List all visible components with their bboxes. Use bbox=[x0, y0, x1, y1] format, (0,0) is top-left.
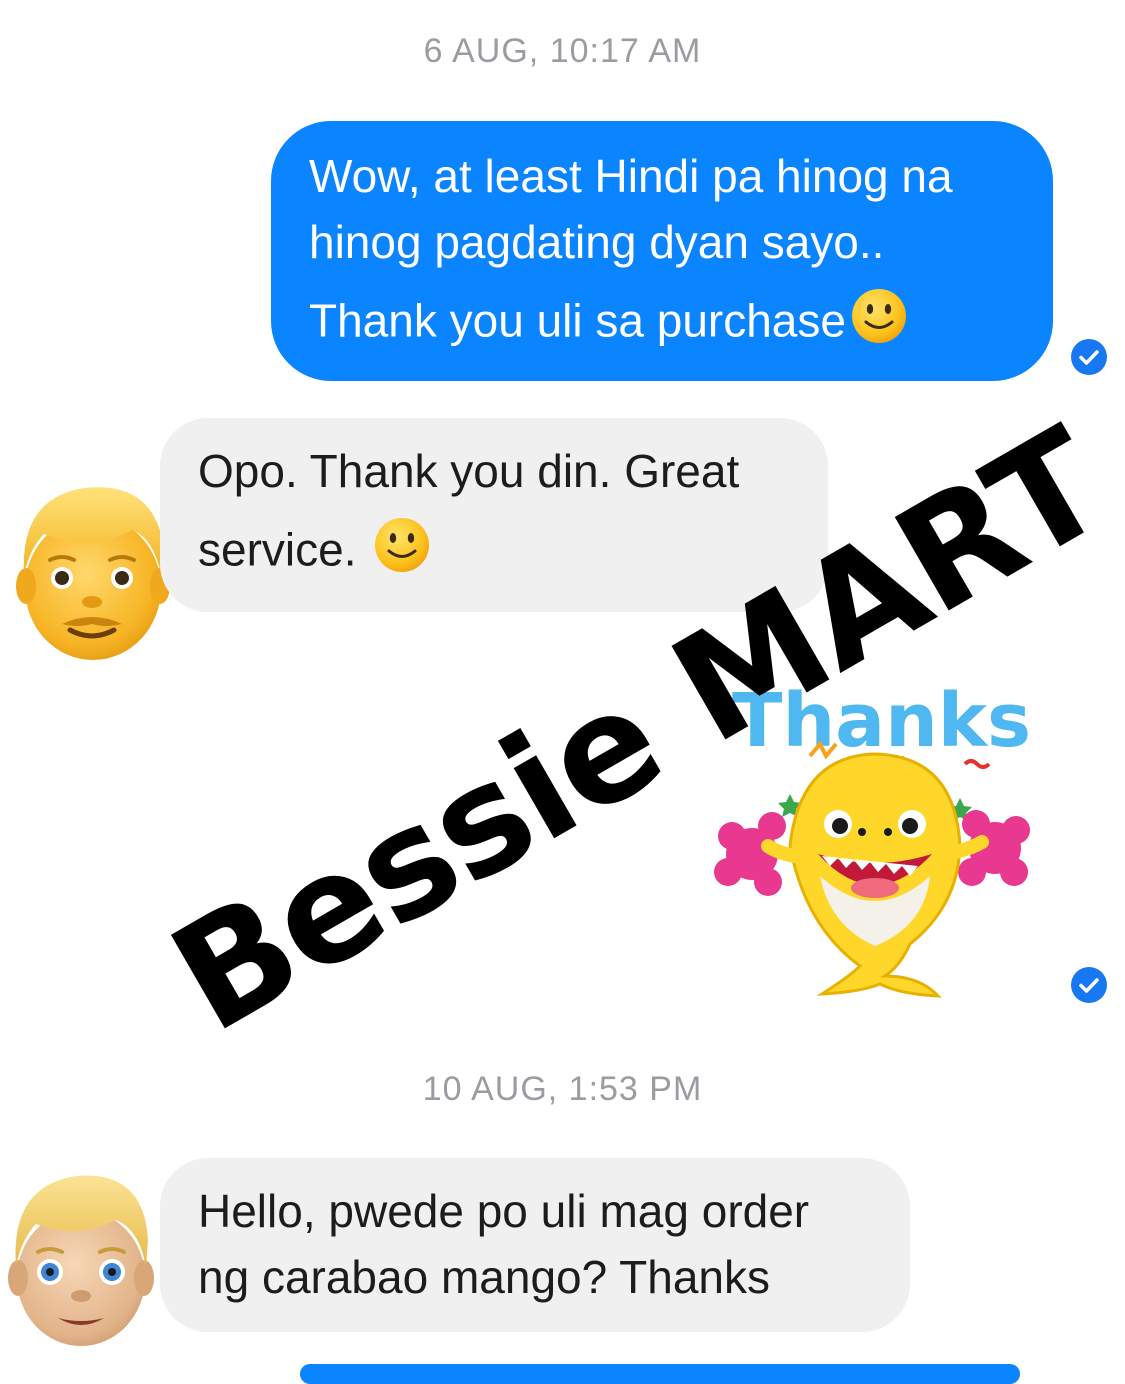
message-line: hinog pagdating dyan sayo.. bbox=[309, 216, 885, 268]
outgoing-message-bubble-partial[interactable] bbox=[300, 1364, 1020, 1384]
message-line: Thank you uli sa purchase bbox=[309, 294, 846, 347]
message-line: ng carabao mango? Thanks bbox=[198, 1251, 770, 1303]
check-circle-icon bbox=[1071, 967, 1107, 1003]
message-line: Hello, pwede po uli mag order bbox=[198, 1185, 810, 1237]
slightly-smiling-face-icon bbox=[373, 516, 431, 591]
timestamp-aug-10: 10 AUG, 1:53 PM bbox=[422, 1070, 703, 1108]
man-blond-emoji-avatar[interactable] bbox=[14, 478, 172, 667]
message-line: service. bbox=[198, 523, 357, 576]
incoming-message-bubble[interactable]: Hello, pwede po uli mag order ng carabao… bbox=[160, 1158, 910, 1332]
outgoing-message-bubble[interactable]: Wow, at least Hindi pa hinog na hinog pa… bbox=[271, 121, 1053, 381]
slightly-smiling-face-icon bbox=[850, 287, 908, 362]
man-blond-light-skin-emoji-avatar[interactable] bbox=[6, 1168, 156, 1353]
message-line: Wow, at least Hindi pa hinog na bbox=[309, 150, 953, 202]
message-line: Opo. Thank you din. Great bbox=[198, 445, 740, 497]
timestamp-aug-6: 6 AUG, 10:17 AM bbox=[423, 32, 702, 70]
check-circle-icon bbox=[1071, 339, 1107, 375]
